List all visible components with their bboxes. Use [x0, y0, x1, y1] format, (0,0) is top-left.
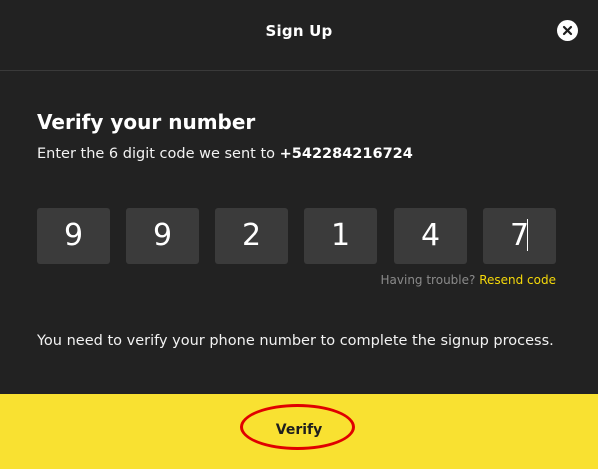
code-input-row	[37, 208, 557, 264]
signup-modal: Sign Up Verify your number Enter the 6 d…	[0, 0, 598, 469]
code-sent-text: Enter the 6 digit code we sent to +54228…	[37, 146, 413, 162]
resend-code-link[interactable]: Resend code	[479, 273, 556, 287]
modal-header: Sign Up	[0, 0, 598, 71]
code-digit-6[interactable]	[483, 208, 556, 264]
verify-button[interactable]: Verify	[0, 394, 598, 469]
code-digit-3[interactable]	[215, 208, 288, 264]
code-sent-prefix: Enter the 6 digit code we sent to	[37, 146, 280, 162]
verify-heading: Verify your number	[37, 110, 256, 134]
close-icon	[562, 25, 573, 36]
modal-title: Sign Up	[265, 22, 333, 40]
code-digit-4[interactable]	[304, 208, 377, 264]
code-digit-5[interactable]	[394, 208, 467, 264]
trouble-row: Having trouble? Resend code	[381, 273, 557, 287]
code-digit-1[interactable]	[37, 208, 110, 264]
code-digit-2[interactable]	[126, 208, 199, 264]
phone-number: +542284216724	[279, 146, 413, 162]
close-button[interactable]	[557, 20, 578, 41]
verify-button-label: Verify	[275, 422, 323, 438]
text-caret	[527, 219, 528, 251]
trouble-text: Having trouble?	[380, 273, 476, 287]
verify-info-text: You need to verify your phone number to …	[37, 333, 554, 349]
